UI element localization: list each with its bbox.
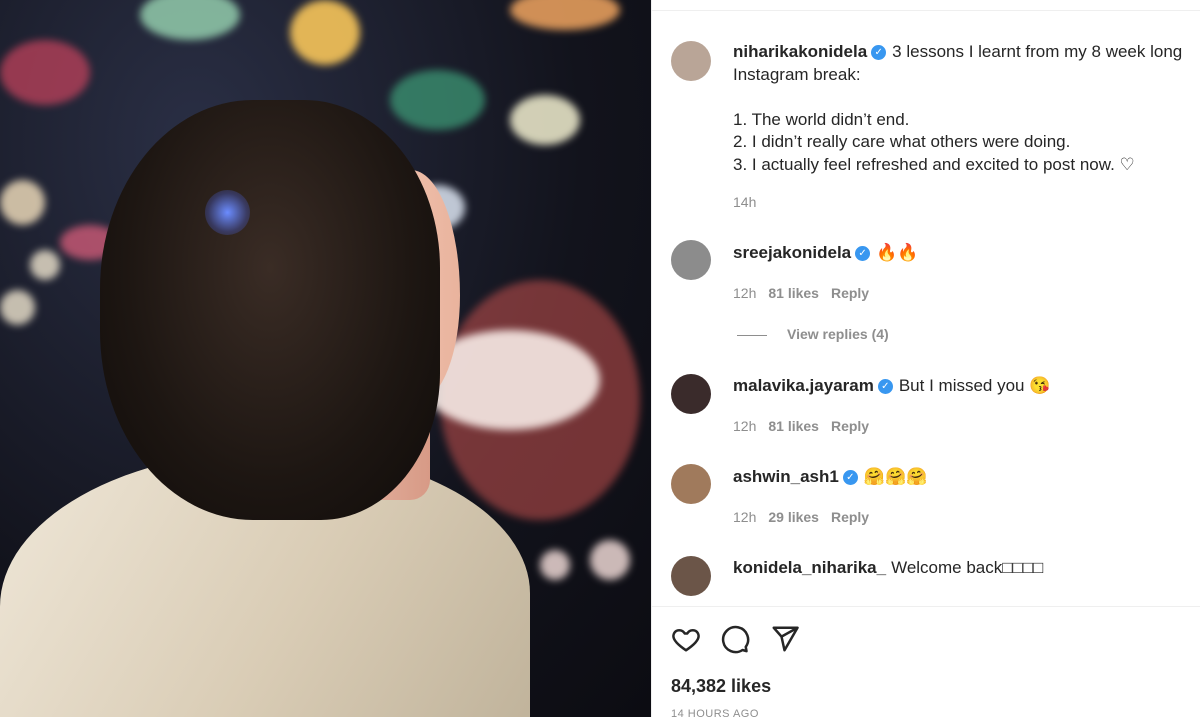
bokeh-light: [30, 250, 60, 280]
caption-line: Instagram break:: [733, 64, 861, 84]
likes-count[interactable]: 84,382 likes: [671, 676, 771, 697]
reply-button[interactable]: Reply: [831, 509, 869, 525]
comment-time[interactable]: 12h: [733, 418, 756, 434]
comment-text: 🤗🤗🤗: [863, 467, 928, 486]
comment: ashwin_ash1 ✓ 🤗🤗🤗: [733, 467, 927, 487]
comment-meta: 12h 81 likes Reply: [733, 285, 881, 301]
author-avatar[interactable]: [671, 41, 711, 81]
caption-meta: 14h: [733, 194, 768, 210]
bokeh-light: [510, 0, 620, 30]
comment-avatar[interactable]: [671, 556, 711, 596]
bokeh-light: [140, 0, 240, 40]
verified-badge-icon: ✓: [877, 379, 893, 395]
comment: sreejakonidela ✓ 🔥🔥: [733, 243, 918, 263]
heart-icon[interactable]: [671, 624, 701, 654]
actions-divider: [651, 606, 1200, 607]
comment-username[interactable]: malavika.jayaram: [733, 376, 874, 395]
post-photo[interactable]: [0, 0, 651, 717]
post-caption: niharikakonidela ✓ 3 lessons I learnt from…: [733, 41, 1188, 176]
reply-button[interactable]: Reply: [831, 285, 869, 301]
comment-meta: 12h 81 likes Reply: [733, 418, 881, 434]
comment: konidela_niharika_ Welcome back□□□□: [733, 558, 1043, 578]
bokeh-light: [290, 0, 360, 65]
comment-avatar[interactable]: [671, 464, 711, 504]
bokeh-light: [510, 95, 580, 145]
posted-time-ago: 14 HOURS AGO: [671, 708, 759, 720]
comment-text: But I missed you 😘: [898, 376, 1051, 395]
blue-light-glow: [205, 190, 250, 235]
bokeh-light: [0, 40, 90, 105]
comment-time[interactable]: 12h: [733, 285, 756, 301]
caption-line: 3 lessons I learnt from my 8 week long: [892, 42, 1183, 61]
bokeh-light: [540, 550, 570, 580]
bokeh-light: [590, 540, 630, 580]
comment-likes[interactable]: 81 likes: [768, 418, 819, 434]
author-username[interactable]: niharikakonidela: [733, 42, 867, 61]
comment-avatar[interactable]: [671, 240, 711, 280]
comment-username[interactable]: sreejakonidela: [733, 243, 851, 262]
comment-meta: 12h 29 likes Reply: [733, 509, 881, 525]
reply-button[interactable]: Reply: [831, 418, 869, 434]
caption-line: 2. I didn’t really care what others were…: [733, 132, 1071, 151]
speech-bubble-icon[interactable]: [720, 624, 750, 654]
view-replies-label: View replies (4): [787, 326, 889, 342]
caption-time[interactable]: 14h: [733, 194, 756, 210]
paper-plane-icon[interactable]: [770, 624, 800, 654]
comment: malavika.jayaram ✓ But I missed you 😘: [733, 376, 1050, 396]
comment-likes[interactable]: 29 likes: [768, 509, 819, 525]
verified-badge-icon: ✓: [871, 45, 887, 61]
caption-line: 3. I actually feel refreshed and excited…: [733, 154, 1135, 174]
bokeh-light: [0, 180, 45, 225]
comment-text: Welcome back□□□□: [891, 558, 1044, 577]
comment-time[interactable]: 12h: [733, 509, 756, 525]
comment-username[interactable]: ashwin_ash1: [733, 467, 839, 486]
verified-badge-icon: ✓: [842, 470, 858, 486]
person-hair: [100, 100, 440, 520]
view-replies-button[interactable]: View replies (4): [737, 326, 889, 342]
comment-avatar[interactable]: [671, 374, 711, 414]
caption-line: 1. The world didn’t end.: [733, 109, 910, 129]
verified-badge-icon: ✓: [855, 246, 871, 262]
comment-likes[interactable]: 81 likes: [768, 285, 819, 301]
comment-text: 🔥🔥: [876, 243, 919, 262]
replies-dash: [737, 334, 767, 336]
comment-username[interactable]: konidela_niharika_: [733, 558, 886, 577]
bokeh-light: [0, 290, 35, 325]
top-divider: [651, 10, 1200, 11]
bokeh-light: [390, 70, 485, 130]
